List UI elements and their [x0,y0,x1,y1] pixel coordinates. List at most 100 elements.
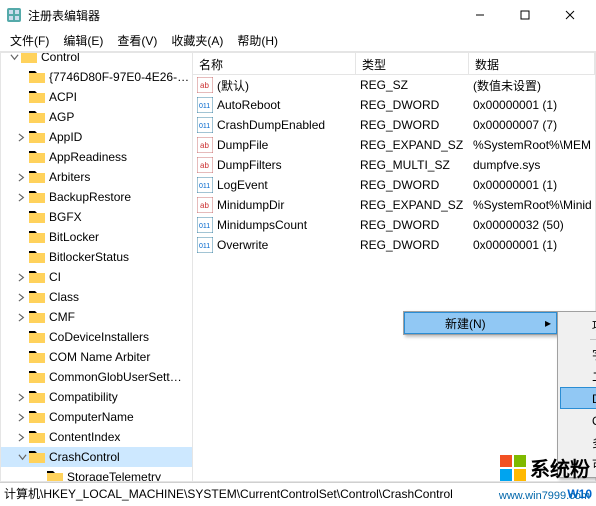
folder-icon [29,309,45,325]
value-icon [197,197,213,213]
value-data: 0x00000032 (50) [469,218,595,232]
list-row[interactable]: DumpFileREG_EXPAND_SZ%SystemRoot%\MEM [193,135,595,155]
value-data: (数值未设置) [469,77,595,94]
list-header: 名称 类型 数据 [193,53,595,75]
tree-item[interactable]: BitlockerStatus [1,247,192,267]
tree-item[interactable]: COM Name Arbiter [1,347,192,367]
menu-file[interactable]: 文件(F) [4,30,55,51]
list-row[interactable]: AutoRebootREG_DWORD0x00000001 (1) [193,95,595,115]
tree-item[interactable]: CrashControl [1,447,192,467]
chevron-right-icon[interactable] [15,133,29,142]
context-menu[interactable]: 新建(N) ▸ [403,311,558,335]
folder-icon [21,53,37,65]
value-type: REG_DWORD [356,238,469,252]
col-type[interactable]: 类型 [356,53,469,74]
context-menu-item[interactable]: 多字符串值(M) [560,431,596,453]
folder-icon [29,229,45,245]
folder-icon [47,469,63,481]
menu-edit[interactable]: 编辑(E) [57,30,109,51]
value-type: REG_EXPAND_SZ [356,198,469,212]
list-row[interactable]: OverwriteREG_DWORD0x00000001 (1) [193,235,595,255]
context-menu-item[interactable]: QWORD (64 位)值(Q) [560,409,596,431]
value-name: Overwrite [217,238,268,252]
context-menu-item[interactable]: 字符串值(S) [560,343,596,365]
list-row[interactable]: CrashDumpEnabledREG_DWORD0x00000007 (7) [193,115,595,135]
chevron-right-icon[interactable] [15,193,29,202]
tree-item[interactable]: Class [1,287,192,307]
context-menu-item[interactable]: 项(K) [560,314,596,336]
tree-item[interactable]: CMF [1,307,192,327]
value-data: %SystemRoot%\MEM [469,138,595,152]
tree-item[interactable]: ContentIndex [1,427,192,447]
tree-item[interactable]: ComputerName [1,407,192,427]
chevron-right-icon[interactable] [15,433,29,442]
tree-view[interactable]: Control {7746D80F-97E0-4E26-… ACPI AGP AppID… [1,53,193,481]
tree-item[interactable]: Arbiters [1,167,192,187]
context-menu-item[interactable]: 二进制值(B) [560,365,596,387]
folder-icon [29,369,45,385]
menu-help[interactable]: 帮助(H) [231,30,284,51]
chevron-right-icon[interactable] [15,173,29,182]
chevron-right-icon[interactable] [15,313,29,322]
tree-item-label: ACPI [49,90,77,104]
tree-item-label: CommonGlobUserSett… [49,370,182,384]
chevron-right-icon[interactable] [15,393,29,402]
maximize-button[interactable] [502,1,547,29]
value-icon [197,217,213,233]
tree-item-label: StorageTelemetry [67,470,161,481]
context-menu-item[interactable]: DWORD (32 位)值(D) [560,387,596,409]
tree-item[interactable]: Control [1,53,192,67]
tree-item-label: CrashControl [49,450,120,464]
tree-item[interactable]: AppID [1,127,192,147]
menu-favorites[interactable]: 收藏夹(A) [165,30,229,51]
tree-item[interactable]: CommonGlobUserSett… [1,367,192,387]
chevron-right-icon[interactable] [15,413,29,422]
list-row[interactable]: (默认)REG_SZ(数值未设置) [193,75,595,95]
list-row[interactable]: LogEventREG_DWORD0x00000001 (1) [193,175,595,195]
tree-item-label: BitLocker [49,230,99,244]
list-row[interactable]: MinidumpDirREG_EXPAND_SZ%SystemRoot%\Min… [193,195,595,215]
tree-item-label: CI [49,270,61,284]
tree-item[interactable]: StorageTelemetry [1,467,192,481]
col-data[interactable]: 数据 [469,53,595,74]
value-data: %SystemRoot%\Minid [469,198,595,212]
tree-item-label: ComputerName [49,410,134,424]
tree-item[interactable]: AppReadiness [1,147,192,167]
value-name: (默认) [217,77,249,94]
folder-icon [29,449,45,465]
col-name[interactable]: 名称 [193,53,356,74]
tree-item[interactable]: ACPI [1,87,192,107]
close-button[interactable] [547,1,592,29]
tree-item[interactable]: {7746D80F-97E0-4E26-… [1,67,192,87]
chevron-right-icon[interactable] [15,293,29,302]
chevron-right-icon[interactable] [15,273,29,282]
value-name: DumpFilters [217,158,282,172]
tree-item[interactable]: BGFX [1,207,192,227]
folder-icon [29,69,45,85]
menu-view[interactable]: 查看(V) [111,30,163,51]
tree-item[interactable]: BitLocker [1,227,192,247]
value-icon [197,177,213,193]
value-type: REG_DWORD [356,98,469,112]
tree-item[interactable]: BackupRestore [1,187,192,207]
tree-item-label: Class [49,290,79,304]
ms-logo-icon [500,455,526,481]
chevron-down-icon[interactable] [7,53,21,62]
tree-item[interactable]: CI [1,267,192,287]
tree-item[interactable]: AGP [1,107,192,127]
tree-item[interactable]: Compatibility [1,387,192,407]
list-row[interactable]: MinidumpsCountREG_DWORD0x00000032 (50) [193,215,595,235]
value-type: REG_DWORD [356,118,469,132]
list-view[interactable]: 名称 类型 数据 (默认)REG_SZ(数值未设置)AutoRebootREG_… [193,53,595,481]
tree-item-label: {7746D80F-97E0-4E26-… [49,70,189,84]
folder-icon [29,209,45,225]
chevron-down-icon[interactable] [15,453,29,462]
minimize-button[interactable] [457,1,502,29]
tree-item-label: AGP [49,110,74,124]
tree-item[interactable]: CoDeviceInstallers [1,327,192,347]
folder-icon [29,89,45,105]
value-name: DumpFile [217,138,268,152]
tree-item-label: CMF [49,310,75,324]
list-row[interactable]: DumpFiltersREG_MULTI_SZdumpfve.sys [193,155,595,175]
context-new[interactable]: 新建(N) ▸ [404,312,557,334]
